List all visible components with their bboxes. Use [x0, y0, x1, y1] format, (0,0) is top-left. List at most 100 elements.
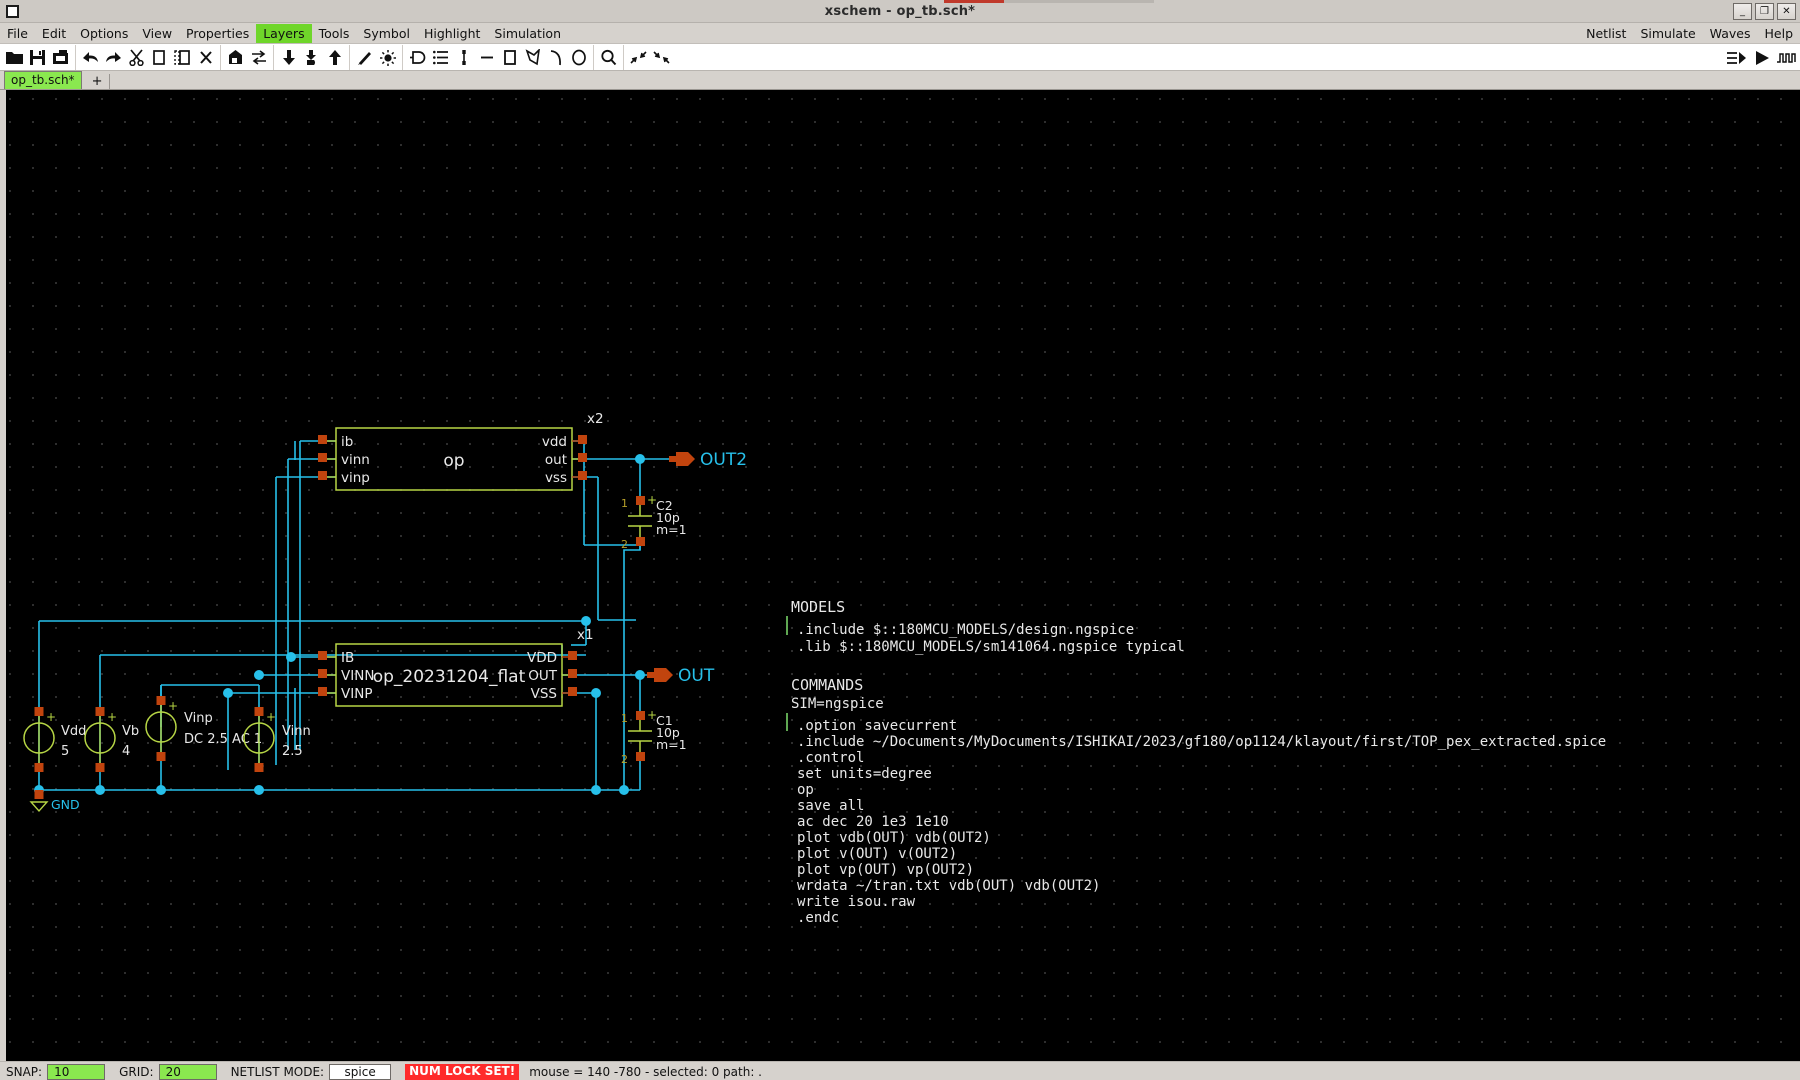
window-title: xschem - op_tb.sch*: [824, 3, 976, 19]
symbol-x1-op-flat[interactable]: x1 IB VINN VINP VDD OUT VSS op_20231204_…: [318, 627, 594, 707]
save-file-icon[interactable]: [26, 46, 49, 69]
undo-icon[interactable]: [79, 46, 102, 69]
ground-symbol[interactable]: GND: [29, 790, 80, 813]
insert-circle-icon[interactable]: [567, 46, 590, 69]
insert-pin-icon[interactable]: [452, 46, 475, 69]
commands-line-9: plot v(OUT) v(OUT2): [797, 846, 957, 862]
zoom-icon[interactable]: [597, 46, 620, 69]
ascend-icon[interactable]: [323, 46, 346, 69]
insert-text-icon[interactable]: [429, 46, 452, 69]
menu-layers[interactable]: Layers: [256, 23, 312, 43]
menu-options[interactable]: Options: [73, 24, 135, 43]
models-title: MODELS: [791, 598, 845, 616]
toolbar-group-symbol: [221, 44, 274, 70]
num-lock-indicator: NUM LOCK SET!: [405, 1063, 520, 1080]
label-out[interactable]: OUT: [647, 666, 715, 686]
schematic-canvas-area[interactable]: x2 ib vinn vinp vdd out vss op x1 IB VIN…: [0, 90, 1800, 1061]
menu-simulate[interactable]: Simulate: [1633, 24, 1702, 43]
zoom-fit-icon[interactable]: [627, 46, 650, 69]
label-out2[interactable]: OUT2: [669, 450, 747, 470]
models-line-1: .include $::180MCU_MODELS/design.ngspice: [797, 622, 1134, 638]
capacitor-c2[interactable]: 1 2 + C2 10p m=1: [621, 493, 687, 551]
mouse-coordinates: mouse = 140 -780 - selected: 0 path: .: [529, 1064, 762, 1079]
symbol-x2-op[interactable]: x2 ib vinn vinp vdd out vss op: [318, 411, 604, 491]
insert-wire-icon[interactable]: [475, 46, 498, 69]
vb-pin-plus-marker: [95, 707, 105, 716]
insert-symbol-icon[interactable]: [406, 46, 429, 69]
open-file-icon[interactable]: [3, 46, 26, 69]
minimize-button[interactable]: _: [1733, 3, 1752, 20]
models-text-block[interactable]: MODELS .include $::180MCU_MODELS/design.…: [786, 598, 1185, 655]
zoom-full-icon[interactable]: [650, 46, 673, 69]
commands-line-4: set units=degree: [797, 766, 932, 782]
vinp-ref-label: Vinp: [184, 711, 213, 726]
descend-icon[interactable]: [277, 46, 300, 69]
vdd-pin-plus-marker: [34, 707, 44, 716]
symbol-x2-instance-label: x2: [587, 411, 604, 427]
vinp-plus-sign: +: [168, 699, 178, 713]
symbol-x1-pin-vss: VSS: [531, 686, 557, 702]
snap-value-field[interactable]: 10: [47, 1063, 106, 1080]
close-button[interactable]: ✕: [1777, 3, 1796, 20]
grid-value-field[interactable]: 20: [158, 1063, 217, 1080]
symbol-x1-pin-ib: IB: [341, 650, 354, 666]
symbol-x2-pin-vss: vss: [545, 470, 567, 486]
commands-line-1: .option savecurrent: [797, 718, 957, 734]
paste-icon[interactable]: [171, 46, 194, 69]
commands-line-13: .endc: [797, 910, 839, 926]
add-tab-button[interactable]: +: [85, 74, 111, 89]
vb-value-label: 4: [122, 744, 130, 759]
c2-pin2-marker: [636, 537, 645, 546]
symbol-x2-name: op: [443, 451, 464, 471]
menu-netlist[interactable]: Netlist: [1579, 24, 1633, 43]
waves-view-icon[interactable]: [1775, 46, 1798, 69]
vinp-value-label: DC 2.5 AC 1: [184, 732, 262, 747]
cut-icon[interactable]: [125, 46, 148, 69]
menu-symbol[interactable]: Symbol: [356, 24, 417, 43]
symbol-x1-name: op_20231204_flat: [373, 667, 526, 687]
gnd-triangle-icon: [29, 801, 49, 813]
menu-file[interactable]: File: [0, 24, 35, 43]
copy-icon[interactable]: [148, 46, 171, 69]
swap-symbol-icon[interactable]: [247, 46, 270, 69]
redo-icon[interactable]: [102, 46, 125, 69]
c2-pin1-label: 1: [621, 497, 628, 510]
commands-sim: SIM=ngspice: [791, 696, 884, 712]
commands-text-block[interactable]: COMMANDS SIM=ngspice .option savecurrent…: [786, 676, 1606, 926]
voltage-source-vinp[interactable]: + Vinp DC 2.5 AC 1: [145, 696, 262, 761]
push-schematic-icon[interactable]: [224, 46, 247, 69]
menu-view[interactable]: View: [135, 24, 179, 43]
symbol-x2-pin-vdd: vdd: [542, 434, 567, 450]
toolbar-group-file: [0, 44, 76, 70]
gnd-label: GND: [51, 797, 80, 812]
vinn-pin-plus-marker: [254, 707, 264, 716]
descend-symbol-icon[interactable]: [300, 46, 323, 69]
voltage-source-vb[interactable]: + Vb 4: [84, 707, 139, 772]
vinn-plus-sign: +: [266, 710, 276, 724]
schematic-drawing[interactable]: x2 ib vinn vinp vdd out vss op x1 IB VIN…: [6, 90, 1800, 1061]
menu-help[interactable]: Help: [1758, 24, 1800, 43]
netlist-mode-value[interactable]: spice: [329, 1063, 392, 1080]
insert-polygon-icon[interactable]: [521, 46, 544, 69]
menu-tools[interactable]: Tools: [312, 24, 357, 43]
menu-edit[interactable]: Edit: [35, 24, 73, 43]
menu-properties[interactable]: Properties: [179, 24, 256, 43]
insert-arc-icon[interactable]: [544, 46, 567, 69]
commands-line-3: .control: [797, 750, 864, 766]
tab-op-tb-sch[interactable]: op_tb.sch*: [4, 71, 82, 89]
voltage-source-vdd[interactable]: + Vdd 5: [23, 707, 86, 772]
highlight-net-icon[interactable]: [376, 46, 399, 69]
delete-icon[interactable]: [194, 46, 217, 69]
edit-attributes-icon[interactable]: [353, 46, 376, 69]
simulate-run-icon[interactable]: [1750, 46, 1773, 69]
symbol-x2-pin-ib: ib: [341, 434, 353, 450]
menu-highlight[interactable]: Highlight: [417, 24, 487, 43]
save-as-icon[interactable]: [49, 46, 72, 69]
maximize-button[interactable]: ❐: [1755, 3, 1774, 20]
capacitor-c1[interactable]: 1 2 + C1 10p m=1: [621, 708, 687, 766]
menu-waves[interactable]: Waves: [1703, 24, 1758, 43]
menu-simulation[interactable]: Simulation: [487, 24, 568, 43]
netlist-run-icon[interactable]: [1725, 46, 1748, 69]
insert-rectangle-icon[interactable]: [498, 46, 521, 69]
vinp-pin-plus-marker: [156, 696, 166, 705]
